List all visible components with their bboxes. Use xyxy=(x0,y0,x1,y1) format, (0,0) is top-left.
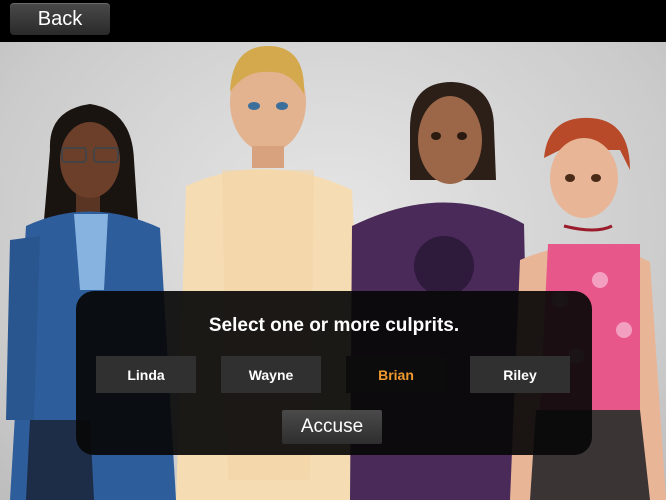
accuse-button[interactable]: Accuse xyxy=(282,410,382,444)
accuse-dialog: Select one or more culprits. Linda Wayne… xyxy=(76,291,592,455)
suspect-button-riley[interactable]: Riley xyxy=(470,356,570,393)
suspect-button-linda[interactable]: Linda xyxy=(96,356,196,393)
back-button[interactable]: Back xyxy=(10,3,110,35)
top-bar: Back xyxy=(0,0,666,42)
suspect-button-wayne[interactable]: Wayne xyxy=(221,356,321,393)
dialog-prompt: Select one or more culprits. xyxy=(208,315,460,336)
suspect-button-brian[interactable]: Brian xyxy=(346,356,446,393)
